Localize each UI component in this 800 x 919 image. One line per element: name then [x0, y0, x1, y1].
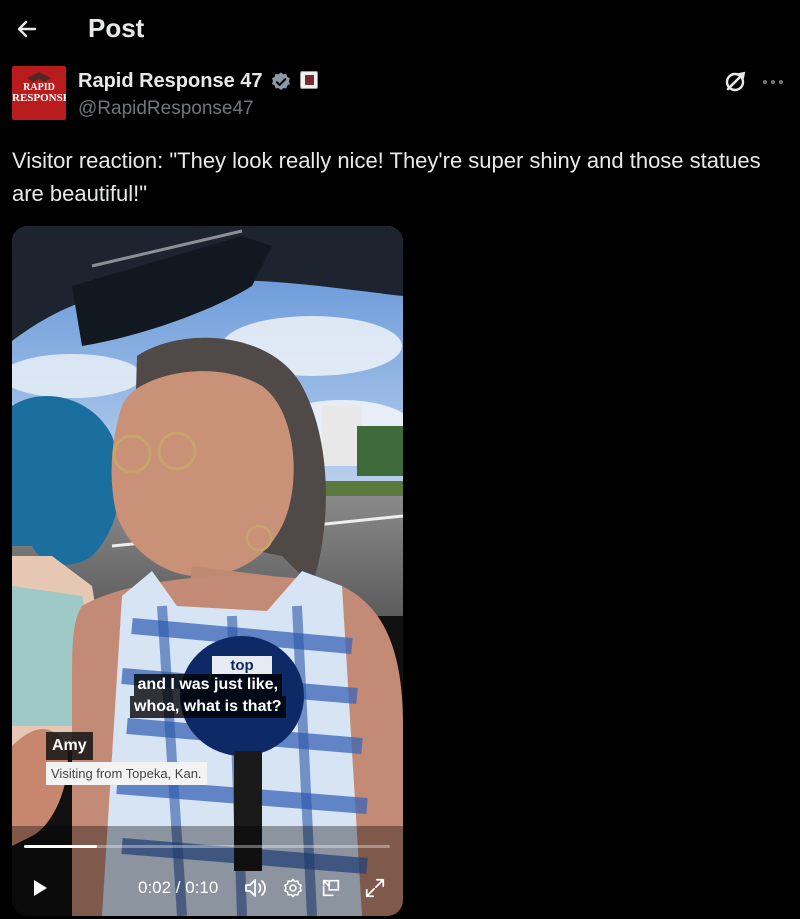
- play-icon: [34, 880, 47, 896]
- display-name[interactable]: Rapid Response 47: [78, 70, 263, 93]
- lower-third-name: Amy: [46, 732, 93, 760]
- subtitle-line-1: and I was just like,: [133, 674, 283, 696]
- settings-button[interactable]: [280, 876, 306, 900]
- settings-icon: [284, 878, 302, 898]
- video-progress-fill: [24, 845, 98, 848]
- video-progress-bar[interactable]: [24, 845, 390, 848]
- avatar-logo: RAPID RESPONSE: [12, 82, 66, 104]
- video-time: 0:02 / 0:10: [138, 878, 219, 897]
- more-horizontal-icon: [763, 80, 783, 84]
- post-text: Visitor reaction: "They look really nice…: [12, 148, 761, 206]
- subtitle-line-2: whoa, what is that?: [130, 696, 286, 718]
- fullscreen-button[interactable]: [362, 876, 388, 900]
- play-button[interactable]: [28, 876, 52, 900]
- volume-icon: [245, 879, 266, 897]
- lower-third-description: Visiting from Topeka, Kan.: [46, 762, 207, 785]
- grok-button[interactable]: [722, 69, 748, 95]
- avatar[interactable]: RAPID RESPONSE: [12, 66, 66, 120]
- grok-icon: [725, 71, 746, 92]
- video-subtitle: and I was just like, whoa, what is that?: [130, 674, 286, 718]
- author-handle[interactable]: @RapidResponse47: [78, 98, 254, 120]
- more-options-button[interactable]: [760, 69, 786, 95]
- mic-flag-text: top: [230, 657, 253, 674]
- back-button[interactable]: [12, 14, 42, 44]
- video-frame: top: [12, 226, 403, 916]
- fullscreen-icon: [365, 878, 385, 898]
- volume-button[interactable]: [242, 876, 268, 900]
- video-player[interactable]: top and I was just like, whoa, what is t…: [12, 226, 403, 916]
- picture-in-picture-button[interactable]: [318, 876, 344, 900]
- post-author: RAPID RESPONSE Rapid Response 47 @RapidR…: [12, 66, 788, 124]
- affiliation-badge-icon[interactable]: [300, 71, 318, 89]
- arrow-left-icon: [17, 20, 37, 38]
- top-bar: Post: [0, 0, 800, 58]
- verified-badge-icon[interactable]: [270, 71, 292, 93]
- picture-in-picture-icon: [322, 879, 340, 897]
- page-title: Post: [88, 13, 145, 43]
